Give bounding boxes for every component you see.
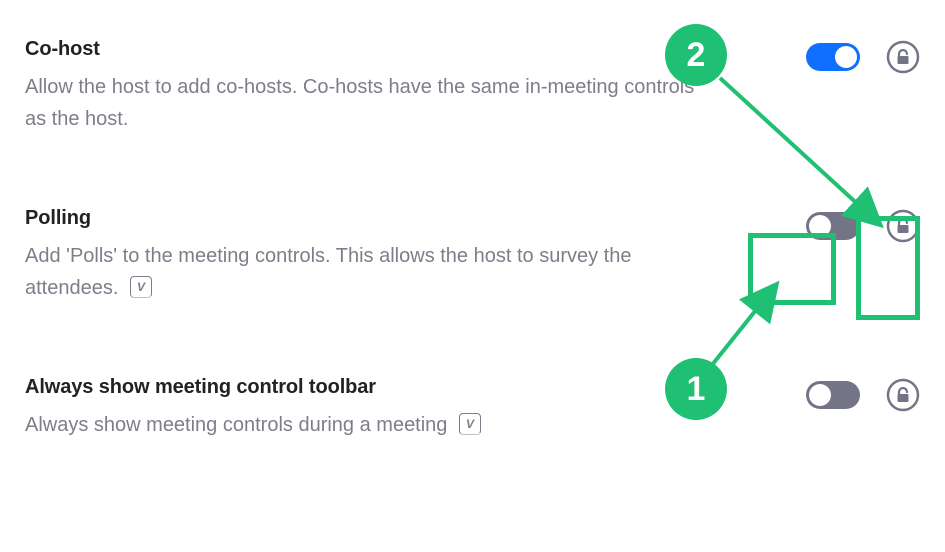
setting-text: Co-host Allow the host to add co-hosts. … <box>25 38 705 135</box>
version-badge-icon[interactable]: V <box>130 276 152 298</box>
setting-description: Always show meeting controls during a me… <box>25 409 705 441</box>
setting-description: Allow the host to add co-hosts. Co-hosts… <box>25 71 705 135</box>
setting-title: Always show meeting control toolbar <box>25 376 705 399</box>
toggle-polling[interactable] <box>806 212 860 240</box>
setting-text: Polling Add 'Polls' to the meeting contr… <box>25 207 705 304</box>
toggle-cohost[interactable] <box>806 43 860 71</box>
setting-controls <box>770 38 920 74</box>
setting-controls <box>770 376 920 412</box>
lock-icon[interactable] <box>886 40 920 74</box>
setting-controls <box>770 207 920 243</box>
settings-list: Co-host Allow the host to add co-hosts. … <box>25 38 920 441</box>
setting-title: Polling <box>25 207 705 230</box>
version-badge-icon[interactable]: V <box>459 413 481 435</box>
toggle-toolbar[interactable] <box>806 381 860 409</box>
setting-row-toolbar: Always show meeting control toolbar Alwa… <box>25 376 920 441</box>
setting-text: Always show meeting control toolbar Alwa… <box>25 376 705 441</box>
lock-icon[interactable] <box>886 209 920 243</box>
setting-row-cohost: Co-host Allow the host to add co-hosts. … <box>25 38 920 135</box>
setting-row-polling: Polling Add 'Polls' to the meeting contr… <box>25 207 920 304</box>
lock-icon[interactable] <box>886 378 920 412</box>
setting-title: Co-host <box>25 38 705 61</box>
setting-description: Add 'Polls' to the meeting controls. Thi… <box>25 240 705 304</box>
